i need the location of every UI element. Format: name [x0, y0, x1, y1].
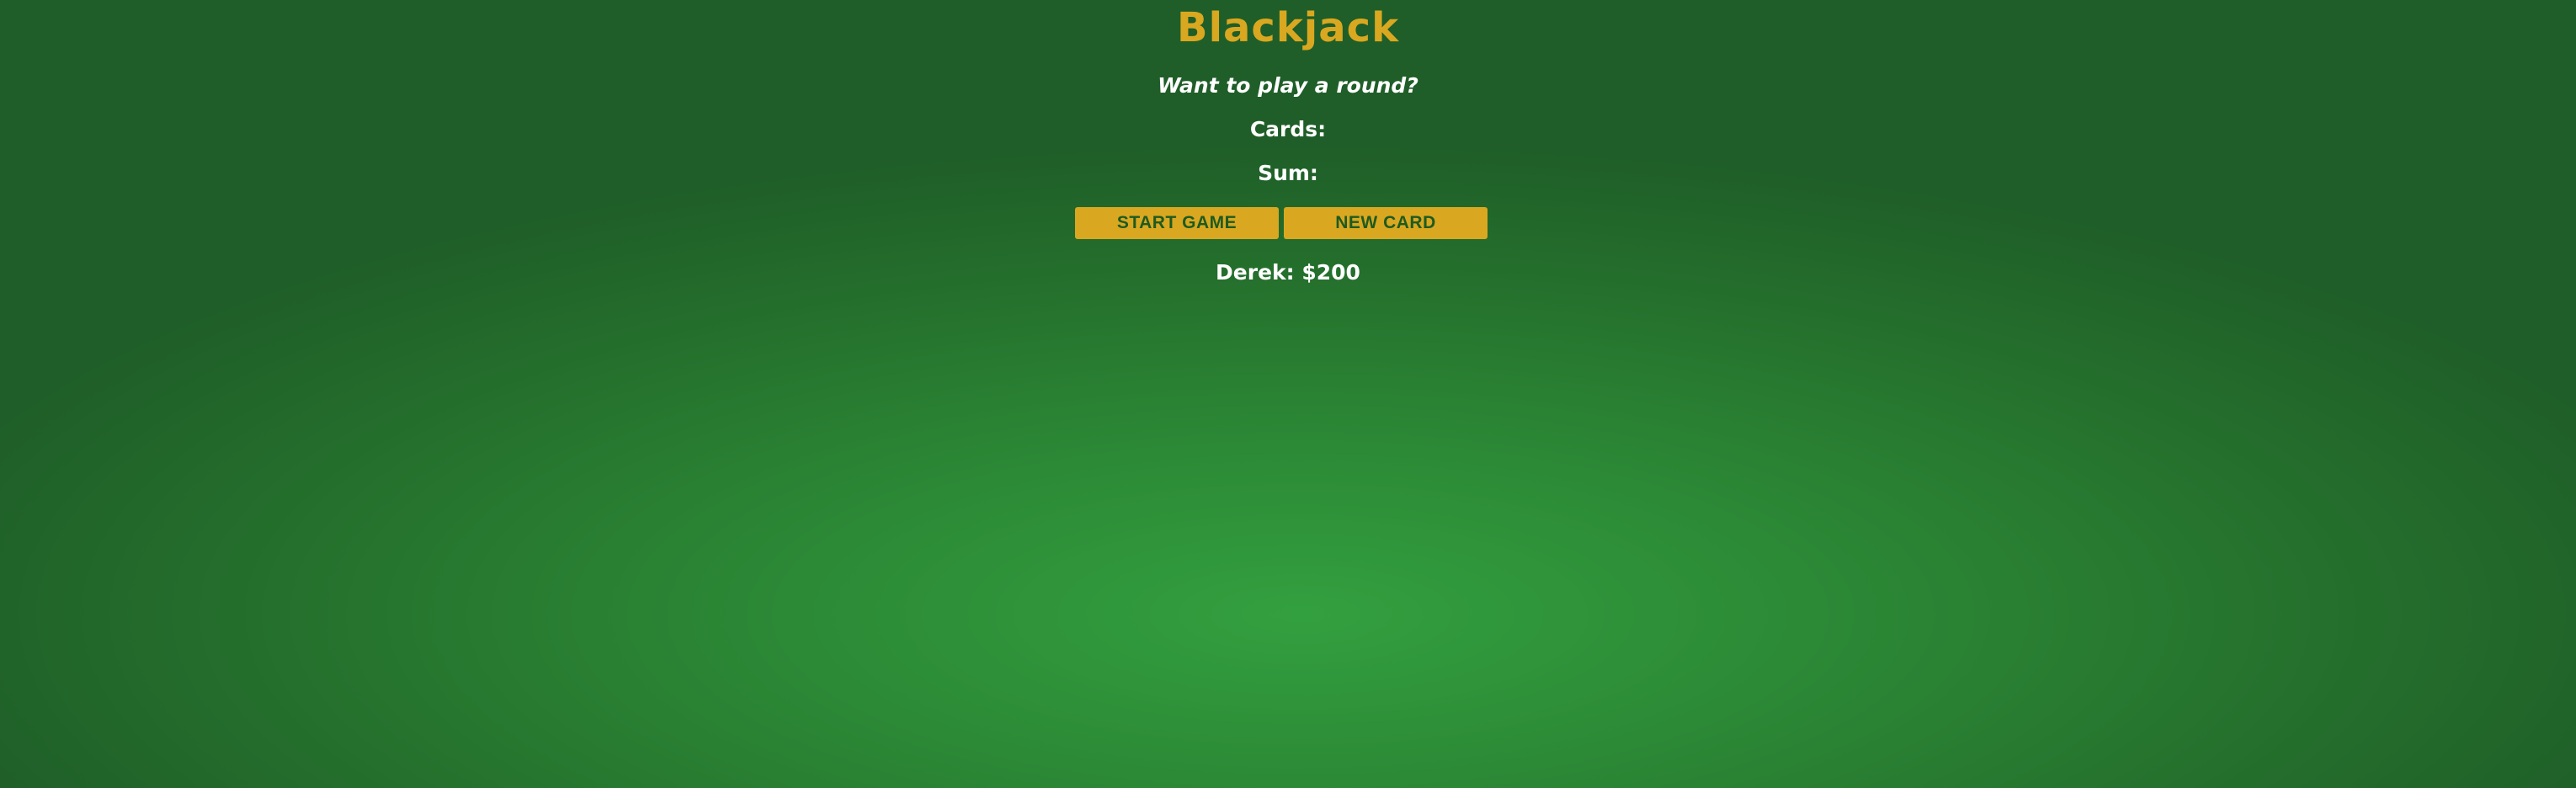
player-balance: Derek: $200 — [1216, 260, 1360, 285]
game-controls: START GAME NEW CARD — [1075, 207, 1488, 239]
blackjack-page: Blackjack Want to play a round? Cards: S… — [0, 0, 2576, 788]
sum-display: Sum: — [1258, 161, 1318, 185]
game-message: Want to play a round? — [1158, 73, 1418, 98]
game-title: Blackjack — [1176, 4, 1400, 51]
cards-display: Cards: — [1249, 117, 1327, 141]
start-game-button[interactable]: START GAME — [1075, 207, 1279, 239]
new-card-button[interactable]: NEW CARD — [1284, 207, 1488, 239]
